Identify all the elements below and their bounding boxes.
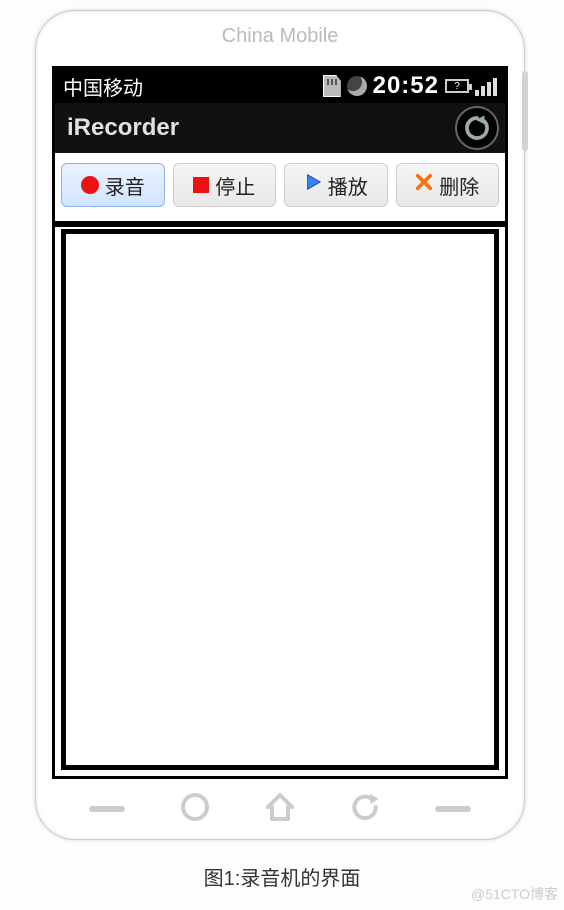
- status-bar: 中国移动 20:52 ?: [55, 69, 505, 103]
- clock-label: 20:52: [373, 72, 439, 100]
- circle-hw-button[interactable]: [179, 791, 211, 828]
- sd-card-icon: [323, 75, 341, 97]
- signal-icon: [475, 76, 497, 96]
- delete-label: 删除: [439, 171, 479, 200]
- refresh-button[interactable]: [455, 106, 499, 150]
- record-button[interactable]: 录音: [61, 163, 165, 207]
- status-icons: 20:52 ?: [323, 72, 497, 100]
- delete-icon: [415, 173, 433, 197]
- screen: 中国移动 20:52 ? iRecorder: [52, 66, 508, 779]
- search-hw-button[interactable]: [435, 806, 471, 812]
- record-label: 录音: [105, 171, 145, 200]
- carrier-label: 中国移动: [63, 72, 323, 101]
- stop-label: 停止: [215, 171, 255, 200]
- app-title-bar: iRecorder: [55, 103, 505, 153]
- delete-button[interactable]: 删除: [396, 163, 500, 207]
- record-icon: [81, 176, 99, 194]
- moon-icon: [347, 76, 367, 96]
- phone-frame: China Mobile 中国移动 20:52 ? iRecorder: [35, 10, 525, 840]
- play-button[interactable]: 播放: [284, 163, 388, 207]
- phone-brand-label: China Mobile: [36, 25, 524, 48]
- play-icon: [304, 173, 322, 197]
- menu-hw-button[interactable]: [89, 806, 125, 812]
- home-hw-button[interactable]: [264, 791, 296, 828]
- back-hw-button[interactable]: [349, 791, 381, 828]
- play-label: 播放: [328, 171, 368, 200]
- app-title: iRecorder: [67, 114, 179, 142]
- recording-list[interactable]: [61, 229, 499, 770]
- hardware-buttons: [36, 787, 524, 831]
- battery-icon: ?: [445, 79, 469, 93]
- refresh-icon: [462, 113, 492, 143]
- stop-icon: [193, 177, 209, 193]
- watermark: @51CTO博客: [471, 884, 558, 904]
- toolbar: 录音 停止 播放 删除: [55, 153, 505, 227]
- phone-side-button: [522, 71, 528, 151]
- stop-button[interactable]: 停止: [173, 163, 277, 207]
